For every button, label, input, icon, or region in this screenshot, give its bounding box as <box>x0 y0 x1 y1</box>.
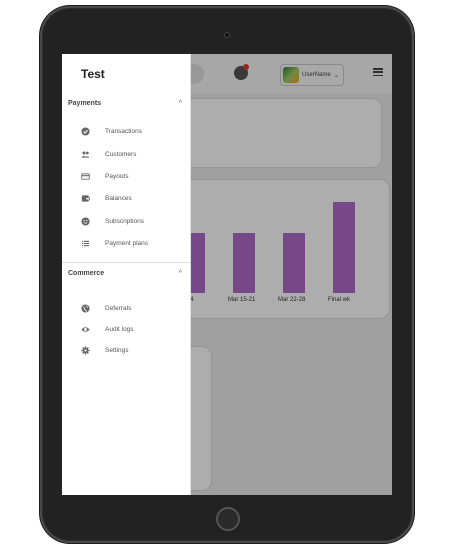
chevron-up-icon: ^ <box>178 99 182 107</box>
list-icon <box>81 239 90 248</box>
home-button[interactable] <box>216 507 240 531</box>
nav-item-label: Subscriptions <box>105 217 145 225</box>
nav-item-audit-logs[interactable]: Audit logs <box>81 322 186 336</box>
screen: UserName ⌄ r 8-14Mar 15-21Mar 22-28Final… <box>62 54 392 495</box>
nav-item-subscriptions[interactable]: Subscriptions <box>81 214 186 228</box>
nav-item-transactions[interactable]: Transactions <box>81 124 186 138</box>
eye-icon <box>81 325 90 334</box>
nav-item-label: Balances <box>105 194 132 202</box>
nav-item-settings[interactable]: Settings <box>81 343 186 357</box>
section-label: Commerce <box>68 269 105 277</box>
nav-item-label: Audit logs <box>105 325 134 333</box>
nav-item-label: Deferrals <box>105 304 132 312</box>
chevron-up-icon: ^ <box>178 269 182 277</box>
nav-item-customers[interactable]: Customers <box>81 147 186 161</box>
section-commerce-header[interactable]: Commerce ^ <box>62 263 190 283</box>
navigation-drawer: Test Payments ^ Transactions Customers P… <box>62 54 191 495</box>
nav-item-label: Payment plans <box>105 239 148 247</box>
nav-item-deferrals[interactable]: Deferrals <box>81 301 186 315</box>
people-icon <box>81 150 90 159</box>
nav-item-balances[interactable]: Balances <box>81 191 186 205</box>
section-label: Payments <box>68 99 102 107</box>
face-icon <box>81 216 90 226</box>
drawer-title: Test <box>81 67 105 81</box>
section-payments-header[interactable]: Payments ^ <box>62 93 190 113</box>
nav-item-label: Customers <box>105 150 137 158</box>
globe-icon <box>81 303 90 313</box>
camera-icon <box>224 32 230 38</box>
credit-card-icon <box>81 172 90 181</box>
wallet-icon <box>81 194 90 203</box>
gear-icon <box>81 345 90 355</box>
nav-item-label: Settings <box>105 346 129 354</box>
nav-item-payouts[interactable]: Payouts <box>81 169 186 183</box>
nav-item-payment-plans[interactable]: Payment plans <box>81 236 186 250</box>
nav-item-label: Payouts <box>105 172 129 180</box>
nav-item-label: Transactions <box>105 127 142 135</box>
check-circle-icon <box>81 126 90 136</box>
